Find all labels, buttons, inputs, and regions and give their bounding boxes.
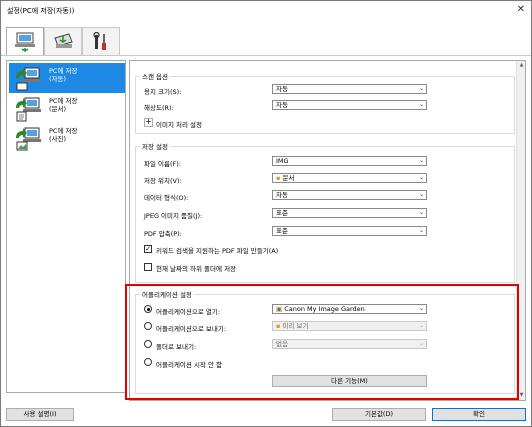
chevron-down-icon: ⌄ [418,85,424,92]
close-icon[interactable]: ✕ [517,4,525,15]
file-name-value: IMG [276,157,289,165]
tab-divider [1,55,531,56]
settings-window: 설정(PC에 저장(자동)) ✕ PC에 저장 (자동) PC에 저장 (문서)… [0,0,532,427]
tab-strip [6,27,120,56]
highlight-box [125,284,519,400]
keyword-pdf-label: 키워드 검색을 지원하는 PDF 파일 만들기(A) [156,247,279,255]
save-in-value-wrap: ▪ 문서 [276,174,294,182]
ok-button[interactable]: 확인 [432,408,526,421]
subfolder-label: 현재 날짜의 하위 폴더에 저장 [156,265,237,273]
scan-options-title: 스캔 옵션 [140,71,170,81]
data-format-value: 자동 [276,191,288,199]
save-in-label: 저장 위치(V): [144,177,182,185]
sidebar-item-label: PC에 저장 (자동) [49,67,78,83]
defaults-button[interactable]: 기본값(D) [332,408,426,421]
resolution-select[interactable]: 자동 ⌄ [272,100,427,110]
folder-icon: ▪ [276,174,281,182]
chevron-down-icon: ⌄ [418,101,424,108]
sidebar-item-save-photo[interactable]: PC에 저장 (사진) [9,123,125,153]
save-in-select[interactable]: ▪ 문서 ⌄ [272,173,427,183]
save-auto-icon [16,67,41,91]
pdf-compression-label: PDF 압축(P): [144,230,182,238]
chevron-down-icon: ⌄ [418,157,424,164]
tools-icon [93,32,106,50]
pdf-compression-value: 표준 [276,227,288,235]
sidebar-item-label: PC에 저장 (문서) [49,97,78,113]
instructions-button[interactable]: 사용 설명(I) [6,408,74,421]
tab-general-settings[interactable] [82,27,120,56]
sidebar-item-save-document[interactable]: PC에 저장 (문서) [9,93,125,123]
save-in-value: 문서 [282,174,295,182]
jpeg-quality-value: 표준 [276,209,288,217]
jpeg-quality-label: JPEG 이미지 품질(J): [144,212,203,220]
pdf-compression-select[interactable]: 표준 ⌄ [272,226,427,236]
save-document-icon [16,97,41,122]
resolution-value: 자동 [276,101,288,109]
paper-size-value: 자동 [276,85,288,93]
sidebar-item-label: PC에 저장 (사진) [49,127,78,143]
scanner-panel-icon [54,33,73,48]
resize-grip-icon[interactable]: ⋰ [523,417,529,424]
data-format-select[interactable]: 자동 ⌄ [272,190,427,200]
computer-scan-icon [15,32,35,52]
chevron-down-icon: ⌄ [418,174,424,181]
tab-scan-from-panel[interactable] [44,27,82,56]
scroll-up-icon[interactable]: ▲ [517,61,526,70]
subfolder-checkbox[interactable] [144,263,152,271]
image-processing-label: 이미지 처리 설정 [156,121,202,129]
chevron-down-icon: ⌄ [418,209,424,216]
title-bar: 설정(PC에 저장(자동)) ✕ [1,1,531,21]
paper-size-label: 용지 크기(S): [144,88,182,96]
chevron-down-icon: ⌄ [418,191,424,198]
data-format-label: 데이터 형식(O): [144,194,189,202]
expand-image-processing-button[interactable]: + [144,118,153,127]
jpeg-quality-select[interactable]: 표준 ⌄ [272,208,427,218]
keyword-pdf-checkbox[interactable]: ✓ [144,245,152,253]
resolution-label: 해상도(R): [144,104,174,112]
save-settings-title: 저장 설정 [140,141,170,151]
window-title: 설정(PC에 저장(자동)) [7,7,75,15]
sidebar: PC에 저장 (자동) PC에 저장 (문서) PC에 저장 (사진) [6,60,126,393]
file-name-combo[interactable]: IMG ⌄ [272,156,427,166]
sidebar-item-save-auto[interactable]: PC에 저장 (자동) [9,63,125,93]
paper-size-select[interactable]: 자동 ⌄ [272,84,427,94]
tab-scan-from-computer[interactable] [6,27,44,56]
save-photo-icon [16,127,41,151]
file-name-label: 파일 이름(F): [144,160,181,168]
chevron-down-icon: ⌄ [418,227,424,234]
